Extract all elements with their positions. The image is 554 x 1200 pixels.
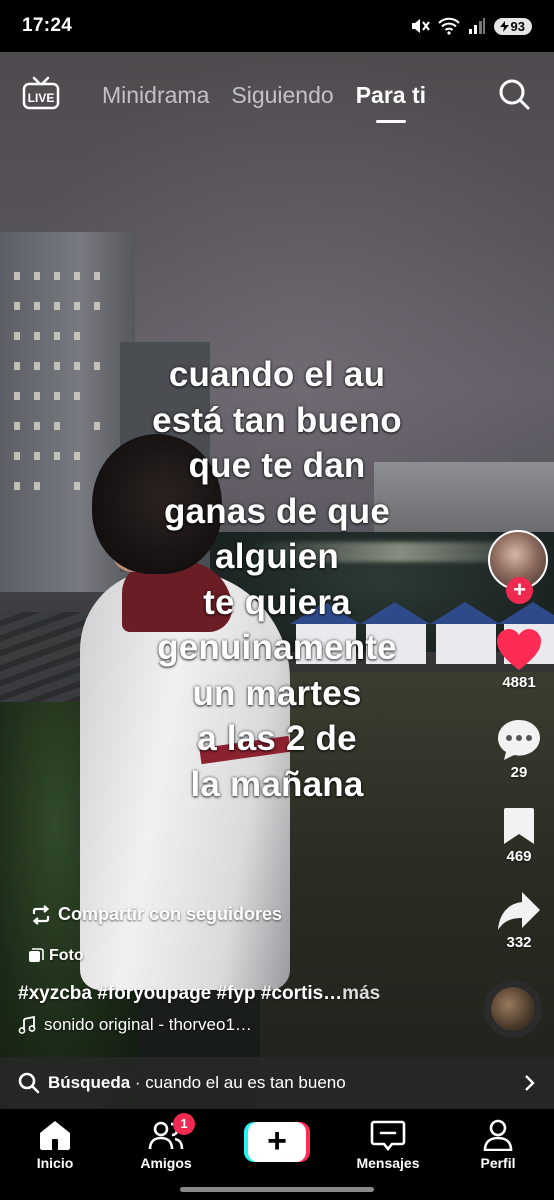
search-separator: · [130,1073,146,1092]
battery-icon: 93 [493,17,532,35]
nav-mensajes[interactable]: Mensajes [343,1119,433,1171]
photo-badge: Foto [28,947,84,965]
caption-line: cuando el au [168,355,386,394]
more-link[interactable]: más [342,983,380,1004]
inbox-icon [370,1120,406,1151]
wifi-icon [437,17,460,35]
sound-row[interactable]: sonido original - thorveo1… [18,1015,458,1035]
signal-icon [468,18,486,34]
feed-tabs: Minidrama Siguiendo Para ti [102,82,427,123]
search-icon[interactable] [498,78,530,115]
caption-line: que te dan [188,446,366,485]
nav-inicio[interactable]: Inicio [10,1119,100,1171]
comment-button[interactable]: 29 [464,718,554,781]
status-icons: 93 [410,17,532,35]
nav-amigos[interactable]: 1 Amigos [121,1113,211,1171]
repost-icon [32,904,50,925]
sound-label: sonido original - thorveo1… [44,1015,252,1034]
search-suggestion-text: Búsqueda · cuando el au es tan bueno [48,1073,524,1093]
chevron-right-icon [525,1075,535,1091]
profile-icon [483,1119,513,1151]
live-icon[interactable]: LIVE [22,76,60,117]
status-time: 17:24 [22,15,73,36]
tab-minidrama[interactable]: Minidrama [102,82,209,109]
caption-line: ganas de que [163,491,391,531]
like-count: 4881 [502,674,536,691]
share-button[interactable]: 332 [464,890,554,951]
share-with-followers[interactable]: Compartir con seguidores [30,904,458,925]
comment-count: 29 [510,764,528,781]
caption-line: te quiera [203,582,351,622]
tab-para-ti-label: Para ti [355,82,427,108]
home-indicator[interactable] [180,1187,374,1192]
music-disc[interactable] [484,980,542,1038]
home-icon [40,1121,70,1150]
mute-icon [410,17,430,35]
photo-label: Foto [49,947,84,964]
music-disc-cover [491,987,535,1031]
search-suggestion-bar[interactable]: Búsqueda · cuando el au es tan bueno [0,1057,554,1109]
nav-label: Perfil [480,1155,516,1171]
search-query: cuando el au es tan bueno [145,1073,346,1092]
nav-label: Mensajes [356,1155,420,1171]
photo-icon [29,948,44,962]
save-count: 469 [506,848,532,865]
plus-icon: + [248,1122,306,1162]
create-button[interactable]: + [244,1122,310,1162]
tab-siguiendo[interactable]: Siguiendo [231,82,333,109]
status-bar: 17:24 93 [0,0,554,52]
follow-button[interactable]: + [506,577,533,604]
caption-line: está tan bueno [152,400,402,440]
hashtags-text: #xyzcba #foryoupage #fyp #cortis… [18,983,343,1004]
top-nav: LIVE Minidrama Siguiendo Para ti [0,52,554,136]
hashtags[interactable]: #xyzcba #foryoupage #fyp #cortis…más [18,983,458,1005]
comment-icon [498,720,540,760]
search-icon [18,1072,40,1094]
share-count: 332 [506,934,532,951]
notification-badge: 1 [173,1113,195,1135]
live-label: LIVE [28,91,55,105]
search-prefix: Búsqueda [48,1073,131,1092]
battery-level: 93 [510,18,525,34]
bookmark-icon [504,808,534,844]
music-note-icon [18,1016,36,1034]
tab-para-ti[interactable]: Para ti [355,82,427,123]
heart-icon [497,629,541,670]
caption-line: alguien [215,537,339,576]
like-button[interactable]: 4881 [464,628,554,691]
nav-perfil[interactable]: Perfil [453,1119,543,1171]
share-arrow-icon [498,892,540,930]
active-tab-indicator [375,120,407,123]
nav-label: Inicio [36,1155,74,1171]
share-label: Compartir con seguidores [58,904,283,924]
save-button[interactable]: 469 [464,806,554,865]
post-info: Compartir con seguidores Foto #xyzcba #f… [18,904,458,1035]
nav-label: Amigos [140,1155,192,1171]
